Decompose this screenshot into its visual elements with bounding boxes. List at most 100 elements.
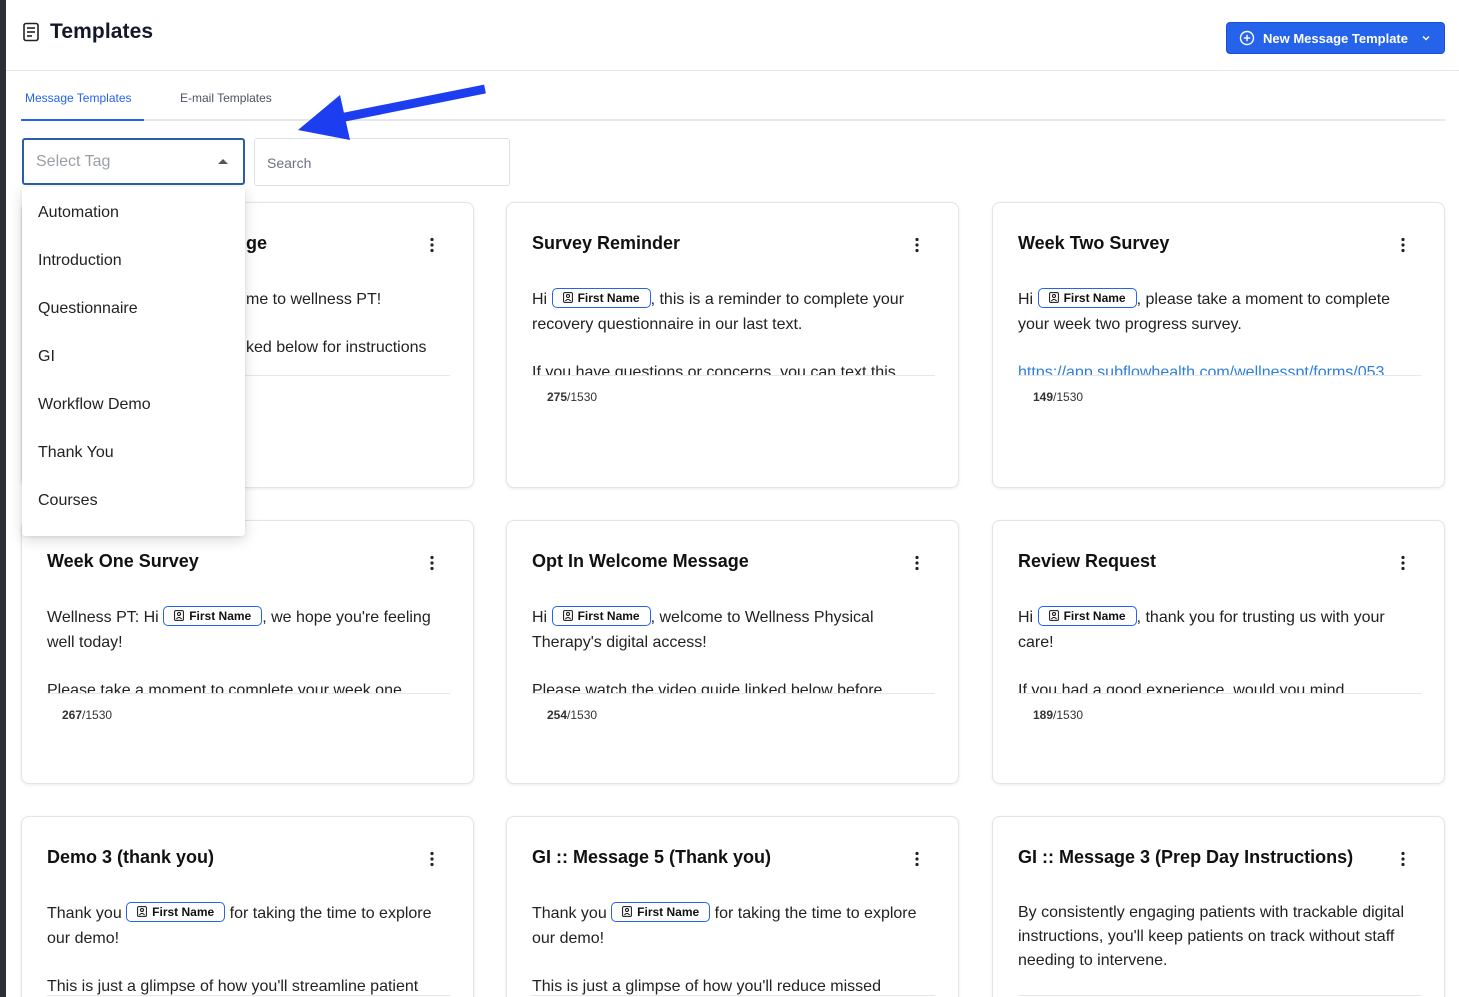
search-placeholder: Search	[267, 155, 312, 171]
count-max: /1530	[567, 708, 598, 722]
count-value: 254	[547, 708, 568, 722]
card-body: Hi First Name, please take a moment to c…	[1018, 287, 1421, 376]
person-icon	[562, 292, 573, 303]
count-value: 267	[62, 708, 83, 722]
card-title: Demo 3 (thank you)	[47, 847, 215, 867]
more-options-icon[interactable]	[1400, 851, 1406, 867]
card-title: Opt In Welcome Message	[532, 551, 749, 571]
count-value: 189	[1033, 708, 1054, 722]
template-card[interactable]: Week Two Survey Hi First Name, please ta…	[992, 202, 1445, 488]
card-body: Hi First Name, this is a reminder to com…	[532, 287, 935, 376]
card-text: Wellness PT: Hi	[47, 609, 159, 626]
dropdown-option-thank-you[interactable]: Thank You	[22, 427, 245, 475]
card-paragraph: Thank you First Name for taking the time…	[532, 901, 935, 951]
person-icon	[1048, 292, 1059, 303]
card-text: Hi	[532, 609, 548, 626]
survey-link[interactable]: https://app.subflowhealth.com/wellnesspt…	[1018, 364, 1384, 375]
caret-up-icon	[218, 159, 228, 164]
chip-label: First Name	[1063, 608, 1126, 623]
card-text: If you had a good experience, would you …	[1018, 682, 1345, 694]
count-value: 275	[547, 390, 568, 404]
card-text: Please watch the video guide linked belo…	[532, 682, 883, 694]
search-input[interactable]: Search	[254, 138, 510, 186]
card-paragraph: Wellness PT: Hi First Name, we hope you'…	[47, 605, 450, 655]
card-body: Wellness PT: Hi First Name, we hope you'…	[47, 605, 450, 694]
template-card[interactable]: Review Request Hi First Name, thank you …	[992, 520, 1445, 784]
more-options-icon[interactable]	[914, 555, 920, 571]
person-icon	[562, 610, 573, 621]
first-name-chip: First Name	[126, 901, 226, 922]
dropdown-option-gi[interactable]: GI	[22, 331, 245, 379]
card-text: If you have questions or concerns, you c…	[532, 364, 896, 376]
card-paragraph: https://app.subflowhealth.com/wellnesspt…	[1018, 360, 1421, 375]
dropdown-option-automation[interactable]: Automation	[22, 187, 245, 235]
card-text: Thank you	[47, 905, 122, 922]
tab-email-templates[interactable]: E-mail Templates	[176, 86, 286, 121]
dropdown-option-introduction[interactable]: Introduction	[22, 235, 245, 283]
card-body: Hi First Name, thank you for trusting us…	[1018, 605, 1421, 694]
card-title: Survey Reminder	[532, 233, 681, 253]
page-header: Templates New Message Template	[6, 0, 1459, 71]
person-icon	[1048, 610, 1059, 621]
chip-label: First Name	[152, 904, 215, 919]
card-text: Hi	[1018, 291, 1034, 308]
character-count: 267/1530	[62, 708, 112, 722]
count-value: 149	[1033, 390, 1054, 404]
character-count: 149/1530	[1033, 390, 1083, 404]
chip-label: First Name	[577, 608, 640, 623]
more-options-icon[interactable]	[429, 555, 435, 571]
card-text: By consistently engaging patients with t…	[1018, 904, 1404, 969]
count-max: /1530	[82, 708, 113, 722]
template-card[interactable]: Demo 3 (thank you) Thank you First Name …	[21, 816, 474, 997]
count-max: /1530	[1053, 708, 1084, 722]
template-card[interactable]: Survey Reminder Hi First Name, this is a…	[506, 202, 959, 488]
chip-label: First Name	[1063, 290, 1126, 305]
template-card[interactable]: Week One Survey Wellness PT: Hi First Na…	[21, 520, 474, 784]
select-tag-dropdown[interactable]: Select Tag	[22, 138, 245, 185]
card-title: Week Two Survey	[1018, 233, 1170, 253]
card-title: ge	[246, 233, 268, 253]
card-text: This is just a glimpse of how you'll red…	[532, 978, 881, 995]
card-paragraph: Hi First Name, thank you for trusting us…	[1018, 605, 1421, 655]
template-card[interactable]: Opt In Welcome Message Hi First Name, we…	[506, 520, 959, 784]
more-options-icon[interactable]	[1400, 237, 1406, 253]
first-name-chip: First Name	[551, 605, 651, 626]
chip-label: First Name	[637, 904, 700, 919]
character-count: 275/1530	[547, 390, 597, 404]
more-options-icon[interactable]	[914, 237, 920, 253]
tag-dropdown-menu: Automation Introduction Questionnaire GI…	[22, 187, 245, 536]
dropdown-option-questionnaire[interactable]: Questionnaire	[22, 283, 245, 331]
card-text: Thank you	[532, 905, 607, 922]
template-tabs: Message Templates E-mail Templates	[21, 86, 1445, 121]
card-text: Hi	[532, 291, 548, 308]
count-max: /1530	[1053, 390, 1084, 404]
more-options-icon[interactable]	[914, 851, 920, 867]
card-title: Review Request	[1018, 551, 1157, 571]
dropdown-option-courses[interactable]: Courses	[22, 475, 245, 523]
first-name-chip: First Name	[611, 901, 711, 922]
card-body: Hi First Name, welcome to Wellness Physi…	[532, 605, 935, 694]
tab-message-templates[interactable]: Message Templates	[21, 86, 144, 121]
card-paragraph: Hi First Name, welcome to Wellness Physi…	[532, 605, 935, 655]
more-options-icon[interactable]	[1400, 555, 1406, 571]
more-options-icon[interactable]	[429, 237, 435, 253]
chip-label: First Name	[577, 290, 640, 305]
card-title: GI :: Message 3 (Prep Day Instructions)	[1018, 847, 1354, 867]
annotation-arrow-icon	[298, 84, 486, 140]
card-text: This is just a glimpse of how you'll str…	[47, 978, 419, 995]
card-body: Thank you First Name for taking the time…	[532, 901, 935, 996]
template-card[interactable]: GI :: Message 5 (Thank you) Thank you Fi…	[506, 816, 959, 997]
page-title: Templates	[50, 20, 154, 43]
card-body: Thank you First Name for taking the time…	[47, 901, 450, 996]
card-text: Please take a moment to complete your we…	[47, 682, 402, 694]
dropdown-option-workflow-demo[interactable]: Workflow Demo	[22, 379, 245, 427]
left-sidebar-strip	[0, 0, 6, 997]
new-message-template-button[interactable]: New Message Template	[1226, 22, 1445, 54]
more-options-icon[interactable]	[429, 851, 435, 867]
card-text: Hi	[1018, 609, 1034, 626]
chevron-down-icon[interactable]	[1420, 32, 1432, 44]
first-name-chip: First Name	[1037, 605, 1137, 626]
chip-label: First Name	[189, 608, 252, 623]
card-body: By consistently engaging patients with t…	[1018, 901, 1421, 996]
template-card[interactable]: GI :: Message 3 (Prep Day Instructions) …	[992, 816, 1445, 997]
